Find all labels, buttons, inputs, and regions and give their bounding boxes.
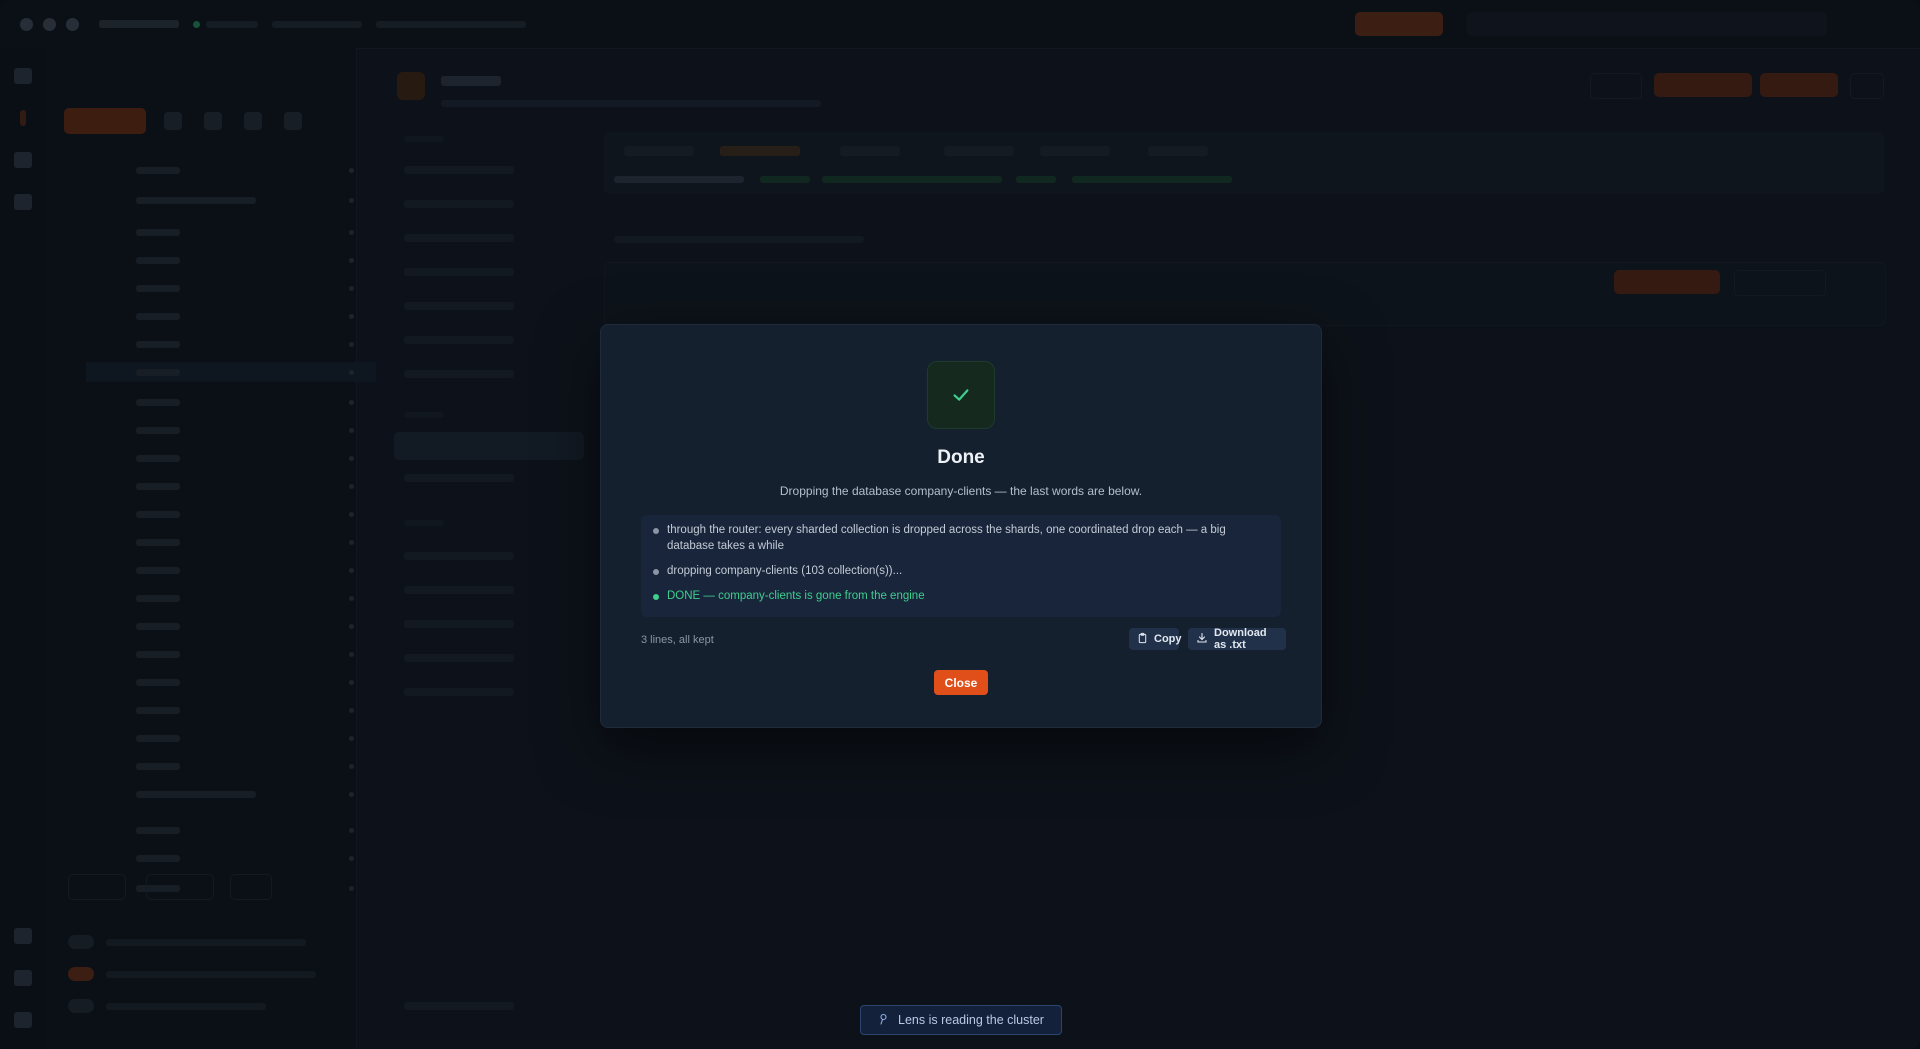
lens-status-text: Lens is reading the cluster (898, 1013, 1044, 1027)
log-output: through the router: every sharded collec… (641, 515, 1281, 617)
download-txt-button[interactable]: Download as .txt (1188, 627, 1286, 651)
check-icon (927, 361, 995, 429)
clipboard-icon (1137, 632, 1148, 647)
log-line-count: 3 lines, all kept (641, 634, 714, 646)
copy-label: Copy (1154, 633, 1182, 645)
close-button[interactable]: Close (934, 670, 988, 695)
lens-icon (878, 1012, 890, 1029)
lens-status-pill[interactable]: Lens is reading the cluster (860, 1005, 1062, 1035)
dialog-title: Done (937, 447, 985, 468)
download-label: Download as .txt (1214, 627, 1267, 651)
dialog-subtitle: Dropping the database company-clients — … (779, 484, 1143, 498)
download-icon (1196, 632, 1208, 647)
app-window: Done Dropping the database company-clien… (0, 0, 1920, 1049)
log-line: through the router: every sharded collec… (653, 522, 1269, 554)
log-footer: 3 lines, all kept Copy Download as .txt (641, 627, 1286, 652)
copy-button[interactable]: Copy (1129, 628, 1182, 650)
log-line: DONE — company-clients is gone from the … (653, 588, 1269, 604)
log-line: dropping company-clients (103 collection… (653, 563, 1269, 579)
drop-result-dialog: Done Dropping the database company-clien… (600, 324, 1322, 728)
